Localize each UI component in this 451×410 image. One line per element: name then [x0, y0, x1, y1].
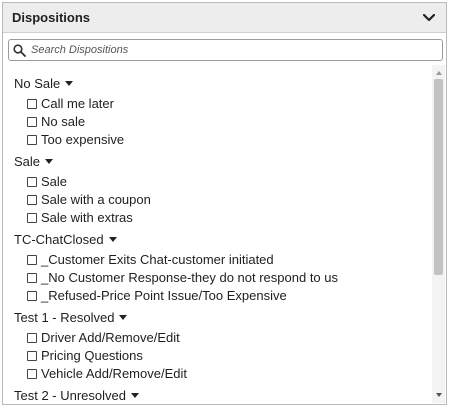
disposition-item[interactable]: _No Customer Response-they do not respon… — [27, 269, 338, 286]
group-label: TC-ChatClosed — [14, 231, 104, 247]
disposition-item[interactable]: Sale with extras — [27, 209, 133, 226]
item-label: Too expensive — [41, 132, 125, 147]
disposition-item[interactable]: Too expensive — [27, 131, 124, 148]
group-header-test-1-resolved[interactable]: Test 1 - Resolved — [14, 308, 128, 326]
disposition-item[interactable]: Pricing Questions — [27, 347, 143, 364]
caret-down-icon — [45, 159, 54, 164]
caret-down-icon — [65, 81, 74, 86]
disposition-item[interactable]: Sale — [27, 173, 67, 190]
item-label: Call me later — [41, 96, 114, 111]
search-icon — [13, 43, 27, 57]
checkbox[interactable] — [27, 176, 37, 187]
dispositions-list: No Sale Call me later No sale Too expens… — [3, 65, 431, 403]
item-label: Sale — [41, 174, 68, 189]
checkbox[interactable] — [27, 350, 37, 361]
caret-down-icon — [119, 315, 128, 320]
caret-down-icon — [131, 393, 139, 398]
search-box — [8, 39, 443, 61]
checkbox[interactable] — [27, 194, 37, 205]
group-header-sale[interactable]: Sale — [14, 152, 54, 170]
checkbox[interactable] — [27, 368, 37, 379]
group-label: Sale — [14, 153, 41, 169]
disposition-item[interactable]: Call me later — [27, 95, 114, 112]
checkbox[interactable] — [27, 134, 37, 145]
checkbox[interactable] — [27, 290, 37, 301]
item-label: Sale with extras — [41, 210, 133, 225]
disposition-item[interactable]: Sale with a coupon — [27, 191, 151, 208]
panel-title: Dispositions — [12, 10, 91, 25]
group-header-test-2-unresolved[interactable]: Test 2 - Unresolved — [14, 386, 139, 403]
group-label: Test 1 - Resolved — [14, 309, 115, 325]
item-label: Pricing Questions — [41, 348, 143, 363]
checkbox[interactable] — [27, 116, 37, 127]
caret-down-icon — [108, 237, 117, 242]
group-label: Test 2 - Unresolved — [14, 387, 126, 403]
item-label: _No Customer Response-they do not respon… — [41, 270, 339, 285]
disposition-item[interactable]: Driver Add/Remove/Edit — [27, 329, 180, 346]
disposition-item[interactable]: No sale — [27, 113, 85, 130]
disposition-item[interactable]: _Refused-Price Point Issue/Too Expensive — [27, 287, 287, 304]
group-label: No Sale — [14, 75, 61, 91]
chevron-down-icon[interactable] — [421, 10, 437, 26]
vertical-scrollbar[interactable] — [432, 65, 445, 403]
disposition-item[interactable]: Vehicle Add/Remove/Edit — [27, 365, 187, 382]
checkbox[interactable] — [27, 212, 37, 223]
scroll-up-arrow-icon[interactable] — [432, 67, 445, 79]
dispositions-panel: Dispositions No Sale Call me later No sa… — [2, 2, 447, 405]
disposition-item[interactable]: _Customer Exits Chat-customer initiated — [27, 251, 274, 268]
scrollbar-thumb[interactable] — [434, 79, 443, 275]
group-header-no-sale[interactable]: No Sale — [14, 74, 74, 92]
item-label: No sale — [41, 114, 86, 129]
item-label: Driver Add/Remove/Edit — [41, 330, 180, 345]
checkbox[interactable] — [27, 332, 37, 343]
checkbox[interactable] — [27, 98, 37, 109]
item-label: _Customer Exits Chat-customer initiated — [41, 252, 274, 267]
item-label: _Refused-Price Point Issue/Too Expensive — [41, 288, 287, 303]
item-label: Sale with a coupon — [41, 192, 151, 207]
group-header-tc-chatclosed[interactable]: TC-ChatClosed — [14, 230, 117, 248]
checkbox[interactable] — [27, 254, 37, 265]
scroll-down-arrow-icon[interactable] — [432, 389, 445, 401]
checkbox[interactable] — [27, 272, 37, 283]
search-input[interactable] — [27, 40, 442, 60]
panel-header[interactable]: Dispositions — [3, 3, 446, 33]
item-label: Vehicle Add/Remove/Edit — [41, 366, 187, 381]
